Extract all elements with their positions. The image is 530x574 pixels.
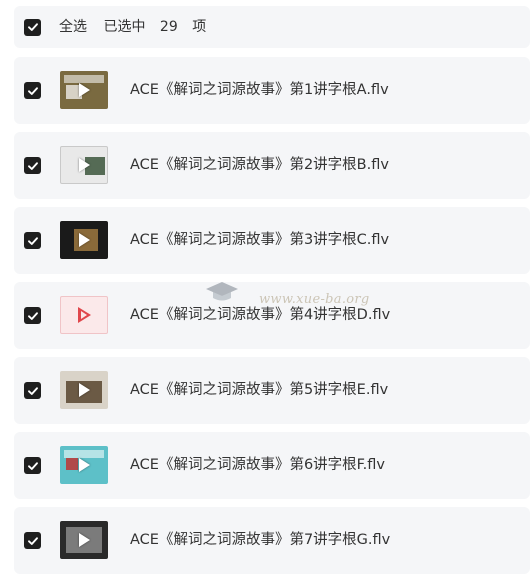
selection-summary: 全选 已选中 29 项 — [59, 6, 212, 48]
select-all-label[interactable]: 全选 — [59, 19, 87, 35]
file-row[interactable]: ACE《解词之词源故事》第3讲字根C.flv — [14, 207, 530, 274]
video-thumbnail[interactable] — [60, 446, 108, 484]
play-icon — [78, 533, 90, 547]
check-icon — [27, 461, 38, 470]
selected-count: 29 — [159, 19, 178, 35]
file-name[interactable]: ACE《解词之词源故事》第7讲字根G.flv — [130, 507, 390, 574]
file-row[interactable]: ACE《解词之词源故事》第1讲字根A.flv — [14, 57, 530, 124]
row-checkbox[interactable] — [24, 82, 41, 99]
play-icon — [78, 458, 90, 472]
file-name[interactable]: ACE《解词之词源故事》第1讲字根A.flv — [130, 57, 389, 124]
file-name[interactable]: ACE《解词之词源故事》第2讲字根B.flv — [130, 132, 389, 199]
file-row[interactable]: ACE《解词之词源故事》第7讲字根G.flv — [14, 507, 530, 574]
check-icon — [27, 161, 38, 170]
video-thumbnail[interactable] — [60, 371, 108, 409]
video-thumbnail[interactable] — [60, 221, 108, 259]
selected-prefix: 已选中 — [103, 19, 146, 35]
file-row[interactable]: ACE《解词之词源故事》第6讲字根F.flv — [14, 432, 530, 499]
file-name[interactable]: ACE《解词之词源故事》第6讲字根F.flv — [130, 432, 385, 499]
file-row[interactable]: ACE《解词之词源故事》第4讲字根D.flv — [14, 282, 530, 349]
row-checkbox[interactable] — [24, 232, 41, 249]
selected-suffix: 项 — [192, 19, 207, 35]
row-checkbox[interactable] — [24, 382, 41, 399]
check-icon — [27, 236, 38, 245]
check-icon — [27, 23, 38, 31]
check-icon — [27, 311, 38, 320]
select-all-checkbox[interactable] — [24, 18, 41, 36]
row-checkbox[interactable] — [24, 532, 41, 549]
row-checkbox[interactable] — [24, 307, 41, 324]
check-icon — [27, 86, 38, 95]
file-name[interactable]: ACE《解词之词源故事》第5讲字根E.flv — [130, 357, 388, 424]
play-icon — [77, 307, 91, 323]
row-checkbox[interactable] — [24, 157, 41, 174]
video-thumbnail[interactable] — [60, 71, 108, 109]
row-checkbox[interactable] — [24, 457, 41, 474]
file-name[interactable]: ACE《解词之词源故事》第4讲字根D.flv — [130, 282, 390, 349]
check-icon — [27, 386, 38, 395]
file-row[interactable]: ACE《解词之词源故事》第2讲字根B.flv — [14, 132, 530, 199]
video-file-icon[interactable] — [60, 296, 108, 334]
play-icon — [78, 83, 90, 97]
play-icon — [78, 383, 90, 397]
play-icon — [78, 233, 90, 247]
check-icon — [27, 536, 38, 545]
video-thumbnail[interactable] — [60, 146, 108, 184]
video-thumbnail[interactable] — [60, 521, 108, 559]
file-row[interactable]: ACE《解词之词源故事》第5讲字根E.flv — [14, 357, 530, 424]
play-icon — [78, 158, 90, 172]
selection-header: 全选 已选中 29 项 — [14, 6, 530, 48]
file-name[interactable]: ACE《解词之词源故事》第3讲字根C.flv — [130, 207, 389, 274]
